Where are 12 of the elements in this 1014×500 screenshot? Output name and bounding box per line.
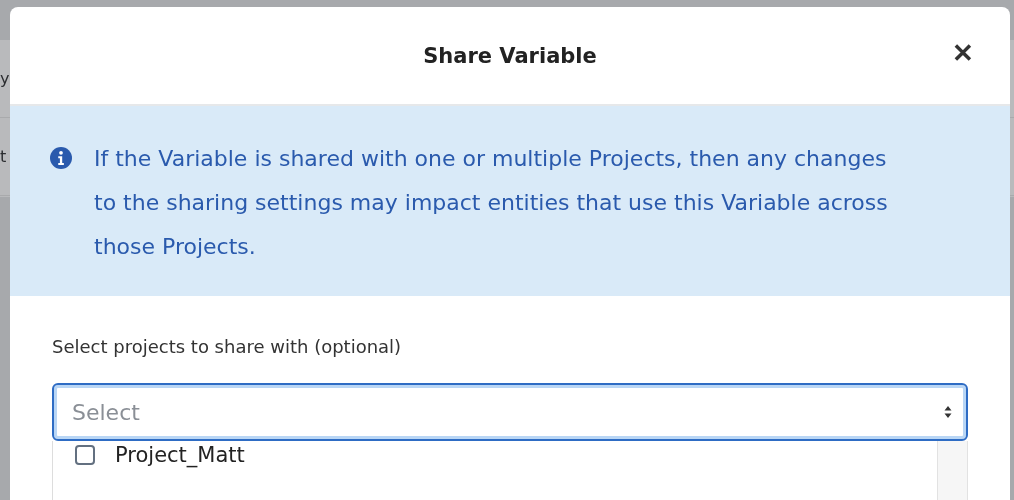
info-icon [50,147,72,169]
select-field[interactable]: Select [52,383,968,441]
info-message: If the Variable is shared with one or multiple Projects, then any changes to the sharing settings may impact entities that use this Variable across those Projects. [94,145,889,261]
field-label: Select projects to share with (optional) [52,336,403,357]
close-button[interactable]: ✕ [952,40,974,66]
sort-icon [944,405,952,419]
select-input[interactable]: Select [70,398,944,426]
table-cell: t [0,147,7,166]
table-cell: y [0,69,10,88]
dialog-title: Share Variable [423,43,597,68]
checkbox[interactable] [75,445,95,465]
option-label[interactable]: Project_Matt [115,443,245,467]
